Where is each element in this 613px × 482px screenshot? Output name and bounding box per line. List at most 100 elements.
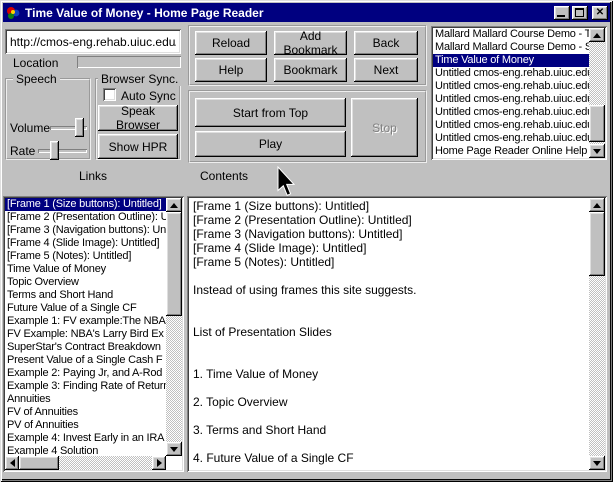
bookmark-button[interactable]: Bookmark (274, 58, 347, 82)
links-list[interactable]: [Frame 1 (Size buttons): Untitled][Frame… (3, 196, 184, 472)
stop-button[interactable]: Stop (351, 98, 418, 157)
links-scroll-up-button[interactable] (166, 198, 182, 212)
history-vscroll[interactable] (589, 28, 605, 158)
links-item[interactable]: SuperStar's Contract Breakdown (5, 341, 166, 354)
maximize-button[interactable] (572, 6, 588, 20)
arrow-up-icon (593, 203, 601, 208)
contents-pane[interactable]: [Frame 1 (Size buttons): Untitled][Frame… (187, 196, 607, 472)
rate-slider-thumb[interactable] (50, 141, 59, 160)
history-item[interactable]: Untitled cmos-eng.rehab.uiuc.edu (433, 67, 589, 80)
play-button[interactable]: Play (195, 131, 346, 157)
links-scroll-down-button[interactable] (166, 442, 182, 456)
history-item[interactable]: Untitled cmos-eng.rehab.uiuc.edu (433, 93, 589, 106)
contents-line: [Frame 1 (Size buttons): Untitled] (189, 199, 589, 213)
links-item[interactable]: FV Example: NBA's Larry Bird Ex (5, 328, 166, 341)
links-item[interactable]: [Frame 2 (Presentation Outline): Untitle… (5, 211, 166, 224)
contents-vscroll-thumb[interactable] (589, 212, 605, 276)
contents-line: [Frame 3 (Navigation buttons): Untitled] (189, 227, 589, 241)
minimize-button[interactable] (554, 6, 570, 20)
volume-label: Volume (10, 121, 50, 135)
history-scroll-thumb[interactable] (589, 105, 605, 142)
speech-group: Speech Volume Rate (5, 78, 91, 160)
minimize-icon (557, 15, 565, 17)
contents-scroll-up-button[interactable] (589, 198, 605, 212)
location-field (77, 56, 181, 68)
history-item[interactable]: Time Value of Money (433, 54, 589, 67)
links-item[interactable]: FV of Annuities (5, 406, 166, 419)
links-vscroll[interactable] (166, 198, 182, 456)
arrow-down-icon (170, 447, 178, 452)
volume-slider-thumb[interactable] (75, 118, 84, 137)
links-vscroll-thumb[interactable] (166, 212, 182, 316)
app-icon (5, 5, 21, 21)
links-item[interactable]: Time Value of Money (5, 263, 166, 276)
auto-sync-label: Auto Sync (121, 89, 176, 103)
contents-label: Contents (200, 169, 248, 183)
links-item[interactable]: Example 2: Paying Jr, and A-Rod (5, 367, 166, 380)
start-from-top-button[interactable]: Start from Top (195, 98, 346, 127)
history-item[interactable]: Untitled cmos-eng.rehab.uiuc.edu (433, 80, 589, 93)
links-item[interactable]: Topic Overview (5, 276, 166, 289)
links-item[interactable]: Example 4 Solution (5, 445, 166, 456)
arrow-up-icon (593, 33, 601, 38)
links-item[interactable]: [Frame 1 (Size buttons): Untitled] (5, 198, 166, 211)
links-item[interactable]: Annuities (5, 393, 166, 406)
history-list[interactable]: Mallard Mallard Course Demo - TiMallard … (431, 26, 607, 160)
links-scroll-left-button[interactable] (5, 456, 19, 470)
next-button[interactable]: Next (354, 58, 418, 82)
links-item[interactable]: Terms and Short Hand (5, 289, 166, 302)
show-hpr-button[interactable]: Show HPR (98, 134, 178, 159)
contents-line (189, 339, 589, 353)
reload-button[interactable]: Reload (195, 31, 267, 55)
add-bookmark-button[interactable]: Add Bookmark (274, 31, 347, 55)
contents-vscroll[interactable] (589, 198, 605, 470)
history-item[interactable]: Untitled cmos-eng.rehab.uiuc.edu (433, 132, 589, 145)
links-rows: [Frame 1 (Size buttons): Untitled][Frame… (5, 198, 166, 456)
history-scroll-down-button[interactable] (589, 144, 605, 158)
auto-sync-checkbox[interactable] (103, 88, 116, 101)
links-item[interactable]: Present Value of a Single Cash F (5, 354, 166, 367)
history-scroll-up-button[interactable] (589, 28, 605, 42)
history-item[interactable]: Mallard Mallard Course Demo - Sl (433, 41, 589, 54)
browser-sync-group: Browser Sync. Auto Sync Speak Browser Sh… (95, 78, 181, 160)
arrow-right-icon (157, 459, 162, 467)
nav-panel: Reload Add Bookmark Back Help Bookmark N… (188, 25, 427, 86)
history-item[interactable]: Untitled cmos-eng.rehab.uiuc.edu (433, 106, 589, 119)
contents-line: Instead of using frames this site sugges… (189, 283, 589, 297)
links-item[interactable]: Example 4: Invest Early in an IRA (5, 432, 166, 445)
arrow-left-icon (10, 459, 15, 467)
speak-browser-button[interactable]: Speak Browser (98, 105, 178, 131)
rate-slider-track[interactable] (38, 149, 87, 153)
mouse-cursor-icon (277, 166, 296, 200)
links-hscroll[interactable] (5, 456, 166, 470)
links-item[interactable]: [Frame 4 (Slide Image): Untitled] (5, 237, 166, 250)
contents-line (189, 353, 589, 367)
links-item[interactable]: [Frame 5 (Notes): Untitled] (5, 250, 166, 263)
contents-line: [Frame 4 (Slide Image): Untitled] (189, 241, 589, 255)
links-item[interactable]: [Frame 3 (Navigation buttons): Untitled] (5, 224, 166, 237)
links-item[interactable]: Future Value of a Single CF (5, 302, 166, 315)
links-item[interactable]: Example 1: FV example:The NBA (5, 315, 166, 328)
history-item[interactable]: Home Page Reader Online Help (433, 145, 589, 158)
links-item[interactable]: PV of Annuities (5, 419, 166, 432)
history-item[interactable]: Untitled cmos-eng.rehab.uiuc.edu (433, 119, 589, 132)
speech-group-title: Speech (13, 72, 60, 86)
contents-scroll-down-button[interactable] (589, 456, 605, 470)
arrow-down-icon (593, 149, 601, 154)
location-label: Location (13, 56, 58, 70)
contents-line: 4. Future Value of a Single CF (189, 451, 589, 465)
history-item[interactable]: Mallard Mallard Course Demo - Ti (433, 28, 589, 41)
title-bar[interactable]: Time Value of Money - Home Page Reader ✕ (3, 3, 610, 22)
maximize-icon (575, 8, 584, 17)
links-hscroll-thumb[interactable] (19, 456, 59, 470)
links-item[interactable]: Example 3: Finding Rate of Return (5, 380, 166, 393)
contents-line: 2. Topic Overview (189, 395, 589, 409)
url-input[interactable] (8, 32, 178, 51)
contents-line: [Frame 2 (Presentation Outline): Untitle… (189, 213, 589, 227)
back-button[interactable]: Back (354, 31, 418, 55)
links-scroll-right-button[interactable] (152, 456, 166, 470)
close-button[interactable]: ✕ (592, 6, 608, 20)
playback-panel: Start from Top Play Stop (188, 90, 427, 163)
help-button[interactable]: Help (195, 58, 267, 82)
arrow-up-icon (170, 203, 178, 208)
